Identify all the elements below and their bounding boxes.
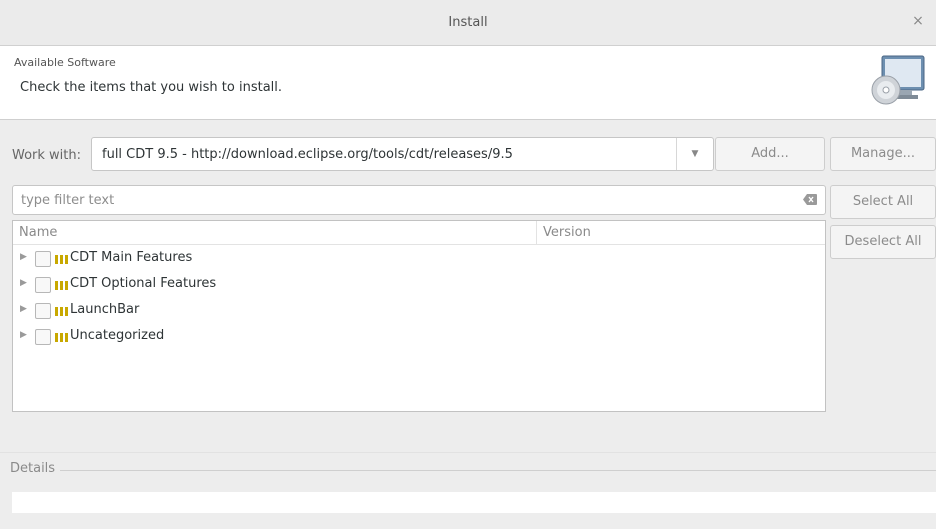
checkbox[interactable]: [35, 329, 51, 345]
details-separator: [60, 470, 936, 471]
checkbox[interactable]: [35, 251, 51, 267]
work-with-label: Work with:: [12, 148, 82, 163]
close-icon[interactable]: ×: [910, 13, 926, 29]
tree-row[interactable]: ▶ Uncategorized: [13, 324, 825, 350]
software-tree[interactable]: Name Version ▶ CDT Main Features ▶ CDT O…: [12, 220, 826, 412]
column-separator[interactable]: [536, 221, 537, 244]
details-area: [12, 492, 936, 513]
category-icon: [55, 333, 68, 342]
checkbox[interactable]: [35, 277, 51, 293]
expand-arrow-icon[interactable]: ▶: [20, 304, 30, 314]
category-icon: [55, 307, 68, 316]
column-header-version[interactable]: Version: [543, 225, 591, 240]
expand-arrow-icon[interactable]: ▶: [20, 330, 30, 340]
section-divider: [0, 452, 936, 453]
install-software-icon: [871, 55, 925, 105]
expand-arrow-icon[interactable]: ▶: [20, 252, 30, 262]
filter-input[interactable]: [13, 186, 793, 214]
details-label: Details: [10, 461, 59, 476]
banner-heading: Available Software: [14, 56, 116, 69]
tree-item-label: LaunchBar: [70, 302, 140, 317]
category-icon: [55, 281, 68, 290]
tree-item-label: CDT Main Features: [70, 250, 193, 265]
clear-filter-icon[interactable]: [803, 194, 817, 205]
expand-arrow-icon[interactable]: ▶: [20, 278, 30, 288]
wizard-banner: Available Software Check the items that …: [0, 46, 936, 120]
category-icon: [55, 255, 68, 264]
window-title: Install: [448, 15, 488, 30]
tree-row[interactable]: ▶ CDT Main Features: [13, 246, 825, 272]
dropdown-arrow-icon[interactable]: ▼: [676, 138, 713, 170]
checkbox[interactable]: [35, 303, 51, 319]
deselect-all-button[interactable]: Deselect All: [830, 225, 936, 259]
work-with-combo[interactable]: full CDT 9.5 - http://download.eclipse.o…: [91, 137, 714, 171]
work-with-value: full CDT 9.5 - http://download.eclipse.o…: [102, 147, 513, 162]
manage-button[interactable]: Manage...: [830, 137, 936, 171]
tree-header: Name Version: [13, 221, 825, 245]
title-bar: Install ×: [0, 0, 936, 46]
tree-row[interactable]: ▶ CDT Optional Features: [13, 272, 825, 298]
tree-item-label: Uncategorized: [70, 328, 165, 343]
add-button[interactable]: Add...: [715, 137, 825, 171]
filter-field[interactable]: [12, 185, 826, 215]
tree-item-label: CDT Optional Features: [70, 276, 217, 291]
select-all-button[interactable]: Select All: [830, 185, 936, 219]
tree-row[interactable]: ▶ LaunchBar: [13, 298, 825, 324]
column-header-name[interactable]: Name: [19, 225, 57, 240]
banner-description: Check the items that you wish to install…: [20, 80, 283, 95]
